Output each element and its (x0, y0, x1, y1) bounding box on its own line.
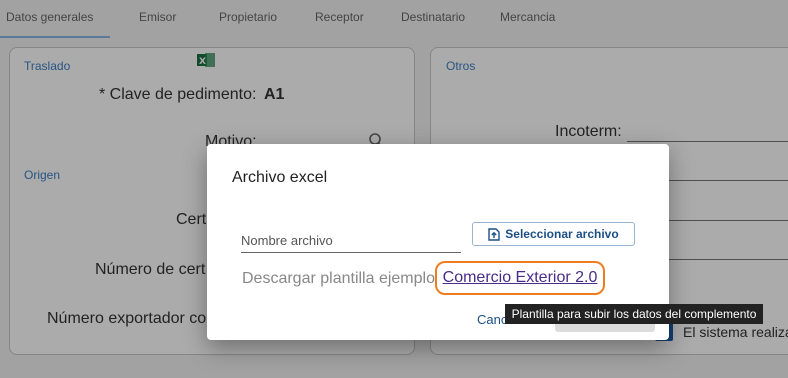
template-tooltip: Plantilla para subir los datos del compl… (505, 304, 763, 324)
template-link-highlight: Comercio Exterior 2.0 (435, 261, 605, 295)
file-upload-icon (488, 227, 500, 241)
file-name-input[interactable] (241, 224, 461, 253)
select-file-label: Seleccionar archivo (505, 227, 619, 241)
comercio-exterior-template-link[interactable]: Comercio Exterior 2.0 (443, 269, 598, 287)
download-template-label: Descargar plantilla ejemplo (242, 270, 435, 287)
select-file-button[interactable]: Seleccionar archivo (472, 222, 635, 246)
dialog-title: Archivo excel (232, 169, 328, 186)
tooltip-text: Plantilla para subir los datos del compl… (511, 307, 757, 321)
cancel-button[interactable]: Canc (477, 312, 507, 327)
